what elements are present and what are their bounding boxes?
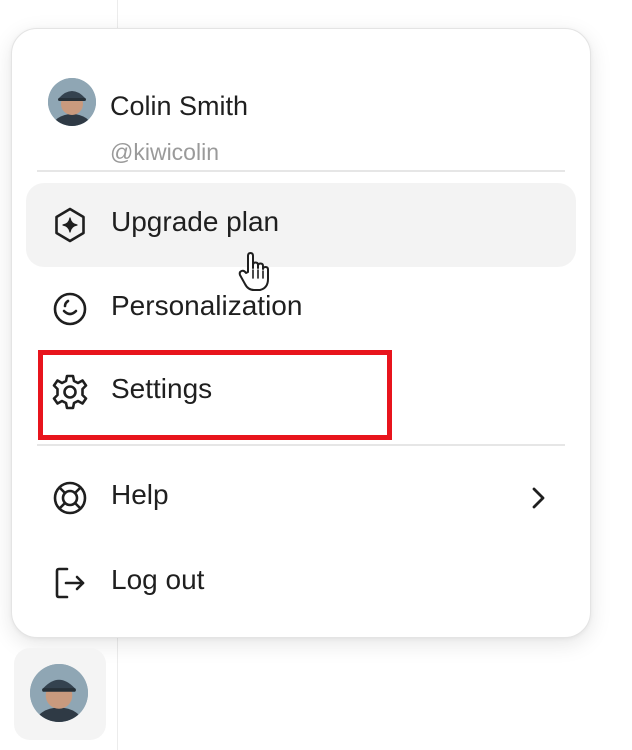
- avatar-image: [30, 664, 88, 722]
- menu-item-help[interactable]: Help: [26, 456, 576, 540]
- divider: [37, 170, 565, 172]
- hand-cursor-icon: [236, 250, 276, 294]
- sidebar-avatar: [30, 664, 88, 722]
- menu-item-label: Log out: [111, 564, 205, 595]
- chevron-right-icon: [522, 482, 554, 514]
- avatar-image: [48, 78, 96, 126]
- menu-item-personalization[interactable]: Personalization: [26, 267, 576, 351]
- lifebuoy-icon: [50, 478, 90, 518]
- menu-item-label: Personalization: [111, 290, 303, 321]
- menu-item-upgrade-plan[interactable]: Upgrade plan: [26, 183, 576, 267]
- profile-avatar: [48, 78, 96, 126]
- account-menu: Colin Smith @kiwicolin Upgrade plan Pers…: [11, 28, 591, 638]
- personalization-smiley-icon: [50, 289, 90, 329]
- menu-item-label: Help: [111, 479, 169, 510]
- profile-handle: @kiwicolin: [110, 139, 219, 165]
- highlight-box: [38, 350, 392, 440]
- menu-item-log-out[interactable]: Log out: [26, 541, 576, 625]
- logout-icon: [50, 563, 90, 603]
- divider: [37, 444, 565, 446]
- upgrade-sparkle-hexagon-icon: [50, 205, 90, 245]
- menu-item-label: Upgrade plan: [111, 206, 280, 237]
- profile-name: Colin Smith: [110, 91, 249, 121]
